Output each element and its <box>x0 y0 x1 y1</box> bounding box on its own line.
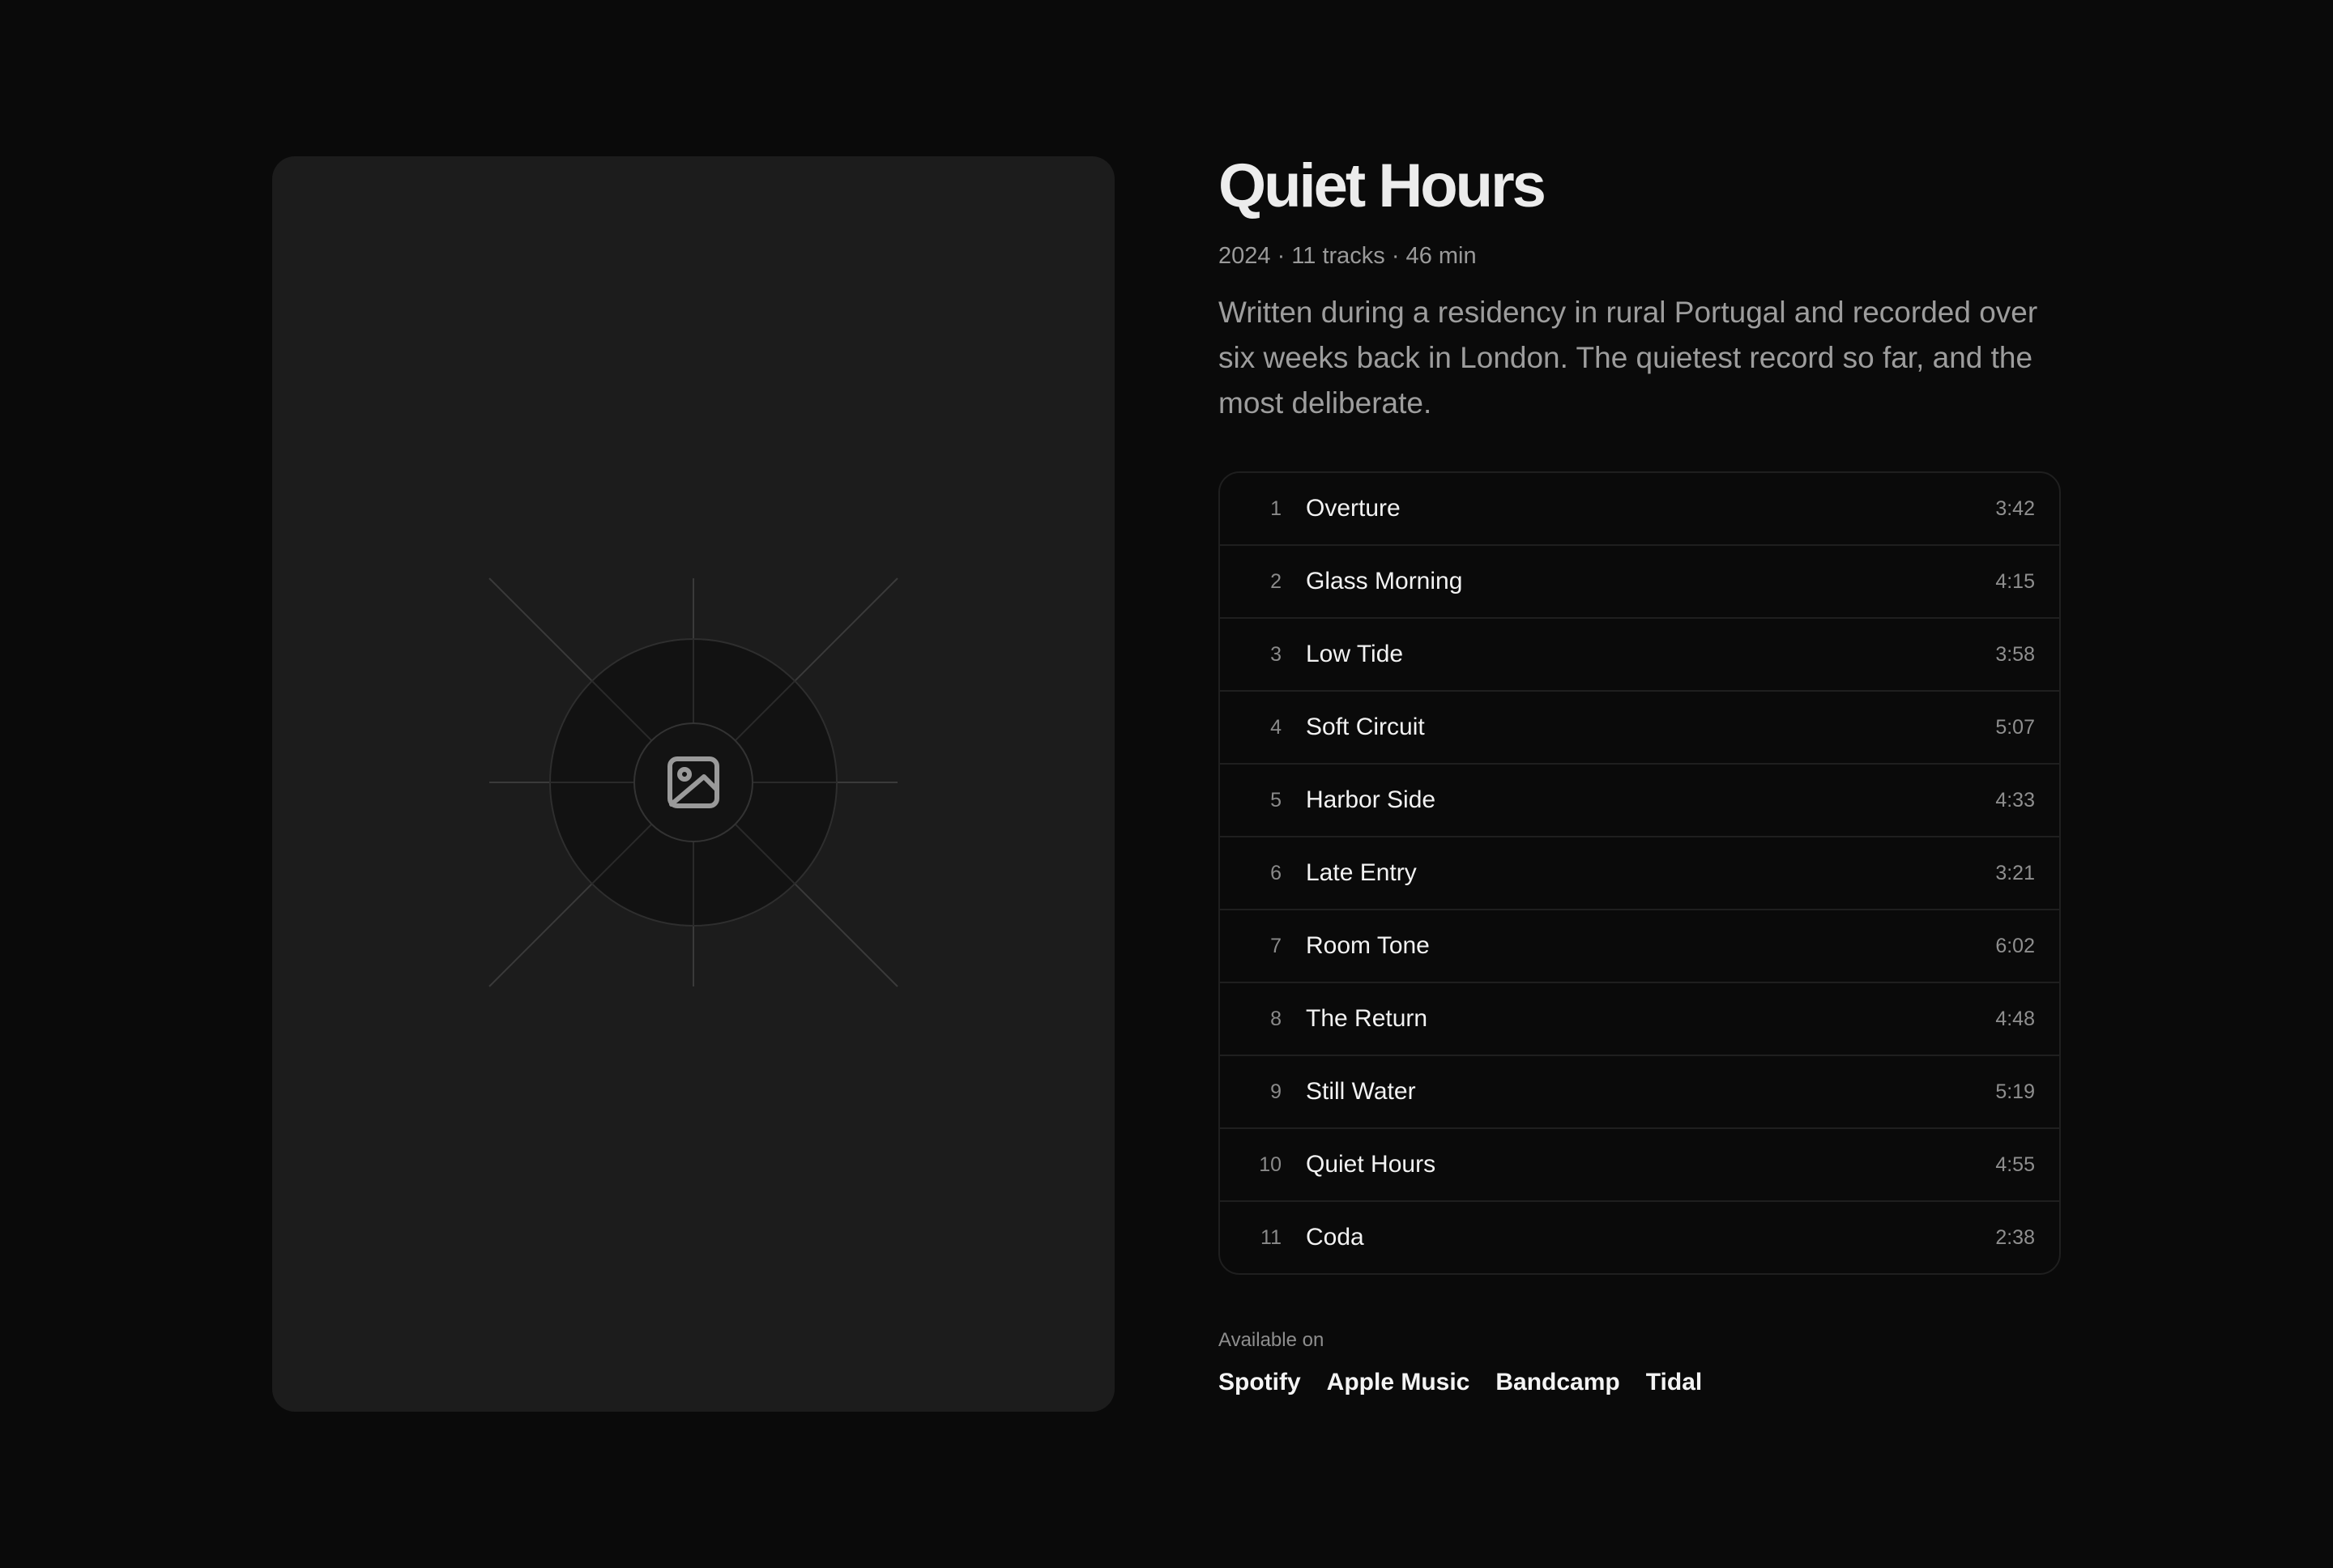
track-number: 6 <box>1270 861 1282 884</box>
platform-link-tidal[interactable]: Tidal <box>1646 1369 1702 1396</box>
track-row[interactable]: 5 Harbor Side 4:33 <box>1220 765 2059 837</box>
track-number: 3 <box>1270 642 1282 666</box>
track-duration: 5:07 <box>1995 715 2035 739</box>
track-title: Harbor Side <box>1306 786 1436 813</box>
track-title: Soft Circuit <box>1306 714 1425 740</box>
track-title: The Return <box>1306 1005 1428 1032</box>
cover-placeholder-graphic <box>488 577 898 987</box>
track-number: 11 <box>1260 1225 1282 1249</box>
track-duration: 4:55 <box>1995 1153 2035 1176</box>
track-number: 2 <box>1270 569 1282 593</box>
track-row[interactable]: 10 Quiet Hours 4:55 <box>1220 1129 2059 1202</box>
track-number: 4 <box>1270 715 1282 739</box>
track-row[interactable]: 2 Glass Morning 4:15 <box>1220 546 2059 619</box>
album-cover-placeholder <box>272 156 1115 1412</box>
track-title: Coda <box>1306 1224 1364 1251</box>
track-row[interactable]: 11 Coda 2:38 <box>1220 1202 2059 1273</box>
track-title: Late Entry <box>1306 859 1417 886</box>
track-row[interactable]: 7 Room Tone 6:02 <box>1220 910 2059 983</box>
track-duration: 4:15 <box>1995 569 2035 593</box>
track-row[interactable]: 6 Late Entry 3:21 <box>1220 837 2059 910</box>
album-meta: 2024 · 11 tracks · 46 min <box>1218 243 1477 269</box>
track-duration: 5:19 <box>1995 1080 2035 1103</box>
track-row[interactable]: 1 Overture 3:42 <box>1220 473 2059 546</box>
track-number: 7 <box>1270 934 1282 957</box>
album-info: Quiet Hours 2024 · 11 tracks · 46 min Wr… <box>1218 146 2061 1396</box>
track-number: 10 <box>1259 1153 1282 1176</box>
album-description: Written during a residency in rural Port… <box>1218 296 2038 420</box>
available-on-section: Available on Spotify Apple Music Bandcam… <box>1218 1328 2061 1396</box>
track-number: 8 <box>1270 1007 1282 1030</box>
track-title: Low Tide <box>1306 641 1404 667</box>
platform-links: Spotify Apple Music Bandcamp Tidal <box>1218 1369 2061 1396</box>
track-duration: 3:42 <box>1995 496 2035 520</box>
album-page: Quiet Hours 2024 · 11 tracks · 46 min Wr… <box>0 0 2333 1568</box>
track-title: Still Water <box>1306 1078 1416 1105</box>
track-duration: 6:02 <box>1995 934 2035 957</box>
track-duration: 4:33 <box>1995 788 2035 812</box>
track-number: 1 <box>1270 496 1282 520</box>
track-duration: 3:21 <box>1995 861 2035 884</box>
track-row[interactable]: 3 Low Tide 3:58 <box>1220 619 2059 692</box>
platform-link-spotify[interactable]: Spotify <box>1218 1369 1301 1396</box>
track-duration: 4:48 <box>1995 1007 2035 1030</box>
platform-link-bandcamp[interactable]: Bandcamp <box>1495 1369 1619 1396</box>
album-title: Quiet Hours <box>1218 151 1546 220</box>
track-title: Room Tone <box>1306 932 1430 959</box>
track-row[interactable]: 9 Still Water 5:19 <box>1220 1056 2059 1129</box>
track-number: 5 <box>1270 788 1282 812</box>
platform-link-apple-music[interactable]: Apple Music <box>1327 1369 1470 1396</box>
track-row[interactable]: 8 The Return 4:48 <box>1220 983 2059 1056</box>
track-duration: 3:58 <box>1995 642 2035 666</box>
track-title: Overture <box>1306 495 1401 522</box>
track-title: Glass Morning <box>1306 568 1463 594</box>
track-title: Quiet Hours <box>1306 1151 1436 1178</box>
track-duration: 2:38 <box>1995 1225 2035 1249</box>
track-number: 9 <box>1270 1080 1282 1103</box>
tracklist: 1 Overture 3:42 2 Glass Morning 4:15 3 L… <box>1218 471 2061 1275</box>
available-on-label: Available on <box>1218 1329 1324 1351</box>
track-row[interactable]: 4 Soft Circuit 5:07 <box>1220 692 2059 765</box>
